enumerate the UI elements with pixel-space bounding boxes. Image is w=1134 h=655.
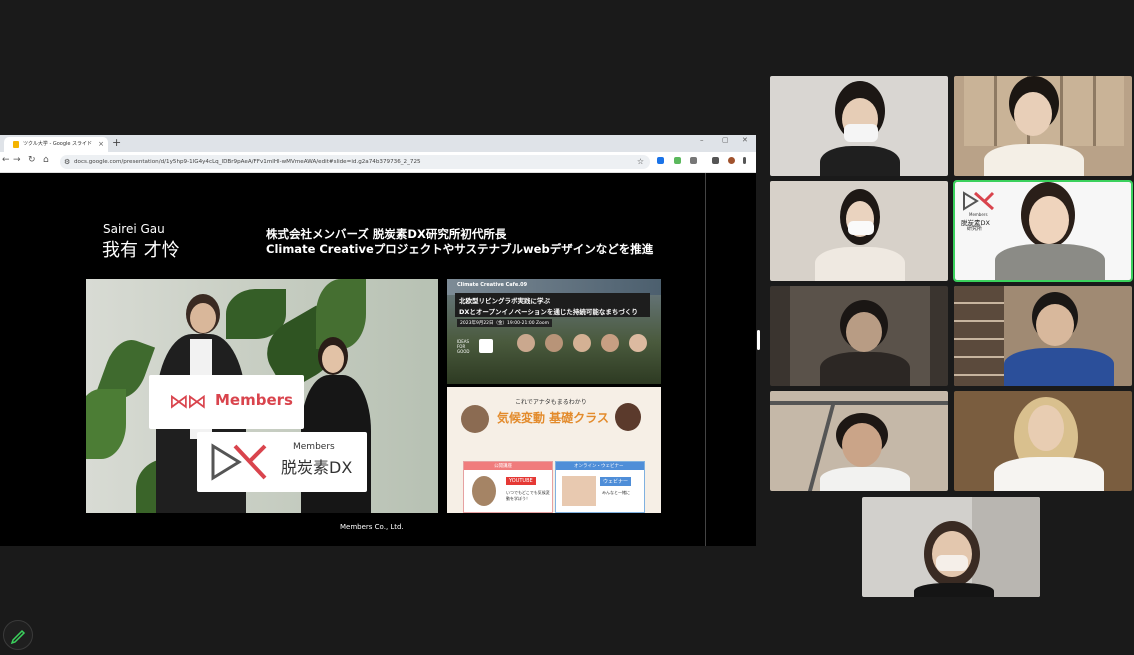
panel-resize-handle[interactable] — [757, 330, 760, 350]
minimize-icon[interactable]: – — [700, 136, 704, 144]
members-logo-text: Members — [215, 391, 293, 409]
video-tile[interactable] — [954, 286, 1132, 386]
site-info-icon[interactable]: ⚙ — [64, 155, 70, 169]
members-mini-logo — [479, 339, 493, 353]
video-tile[interactable] — [770, 286, 948, 386]
ideas-for-good-badge: IDEAS FOR GOOD — [457, 339, 470, 354]
webinar-sub: みんなと一緒に — [602, 490, 630, 495]
slides-icon — [13, 141, 19, 148]
speaker-photo: ⋈⋈ Members Members 脱炭素DX — [86, 279, 438, 513]
card-members-label: Members — [293, 442, 335, 452]
youtube-panel[interactable]: 公開講座 YOUTUBE いつでもどこでも気候変動を学ぼう！ — [463, 461, 553, 513]
maximize-icon[interactable]: ▢ — [722, 136, 729, 144]
pencil-icon — [10, 629, 26, 645]
card-dx-label: 脱炭素DX — [281, 458, 353, 477]
youtube-button: YOUTUBE — [506, 477, 536, 485]
video-tile-active-speaker[interactable]: Members 脱炭素DX 研究所 — [953, 180, 1133, 282]
video-tile[interactable] — [770, 76, 948, 176]
webinar-button: ウェビナー — [600, 477, 632, 486]
dx-logo-icon — [963, 191, 995, 211]
class-tagline: これでアナタもまるわかり — [515, 399, 587, 406]
extension-icon[interactable] — [674, 157, 681, 164]
video-tile[interactable] — [770, 181, 948, 281]
slide-footer: Members Co., Ltd. — [340, 523, 404, 531]
climate-class-banner: これでアナタもまるわかり 気候変動 基礎クラス 公開講座 YOUTUBE いつで… — [447, 387, 661, 513]
new-tab-button[interactable]: + — [112, 136, 121, 149]
extension-icon[interactable] — [657, 157, 664, 164]
speaker-title-line1: 株式会社メンバーズ 脱炭素DX研究所初代所長 — [266, 227, 507, 241]
members-logo-card: ⋈⋈ Members — [149, 375, 304, 429]
back-icon[interactable]: ← — [2, 155, 10, 165]
close-window-icon[interactable]: ✕ — [742, 136, 748, 144]
speaker-name-jp: 我有 才怜 — [102, 240, 180, 261]
home-icon[interactable]: ⌂ — [43, 155, 49, 165]
toolbar: ← → ↻ ⌂ ⚙ docs.google.com/presentation/d… — [0, 152, 756, 173]
event-date: 2023年9月22日（金）19:00-21:00 Zoom — [457, 319, 553, 327]
webinar-panel[interactable]: オンライン・ウェビナー ウェビナー みんなと一緒に — [555, 461, 645, 513]
event-title-line1: 北欧型リビングラボ実践に学ぶ — [459, 297, 550, 305]
online-webinar-label: オンライン・ウェビナー — [574, 464, 624, 469]
reload-icon[interactable]: ↻ — [28, 155, 36, 165]
menu-icon[interactable] — [743, 157, 746, 164]
bookmark-star-icon[interactable]: ☆ — [637, 155, 644, 169]
speaker-name-en: Sairei Gau — [103, 222, 165, 236]
tab-bar: ツクル大学 - Google スライド × + – ▢ ✕ — [0, 135, 756, 152]
filmstrip-divider — [705, 173, 706, 546]
event-title-line2: DXとオープンイノベーションを通じた持続可能なまちづくり — [459, 308, 638, 316]
forward-icon[interactable]: → — [13, 155, 21, 165]
video-tile[interactable] — [862, 497, 1040, 597]
video-tile[interactable] — [770, 391, 948, 491]
dx-logo-icon — [211, 443, 267, 481]
profile-avatar[interactable] — [728, 157, 735, 164]
public-course-label: 公開講座 — [494, 464, 512, 469]
video-tile[interactable] — [954, 391, 1132, 491]
tab-title: ツクル大学 - Google スライド — [23, 141, 93, 147]
event-kicker: Climate Creative Cafe.09 — [457, 282, 528, 288]
speaker-title-line2: Climate Creativeプロジェクトやサステナブルwebデザインなどを推… — [266, 242, 654, 256]
datsutanso-dx-card: Members 脱炭素DX — [197, 432, 367, 492]
annotate-button[interactable] — [3, 620, 33, 650]
video-tile[interactable] — [954, 76, 1132, 176]
url-text: docs.google.com/presentation/d/1y5hp9-1l… — [74, 159, 421, 165]
shared-browser-window: ツクル大学 - Google スライド × + – ▢ ✕ ← → ↻ ⌂ ⚙ … — [0, 135, 756, 546]
badge-lab: 研究所 — [967, 226, 983, 232]
tab-google-slides[interactable]: ツクル大学 - Google スライド × — [4, 137, 108, 152]
event-banner-cafe: Climate Creative Cafe.09 北欧型リビングラボ実践に学ぶ … — [447, 279, 661, 384]
class-title: 気候変動 基礎クラス — [497, 411, 609, 425]
sidepanel-icon[interactable] — [712, 157, 719, 164]
youtube-sub: いつでもどこでも気候変動を学ぼう！ — [506, 490, 550, 501]
address-bar[interactable]: ⚙ docs.google.com/presentation/d/1y5hp9-… — [60, 155, 650, 169]
extensions-puzzle-icon[interactable] — [690, 157, 697, 164]
tab-close-icon[interactable]: × — [98, 137, 104, 152]
